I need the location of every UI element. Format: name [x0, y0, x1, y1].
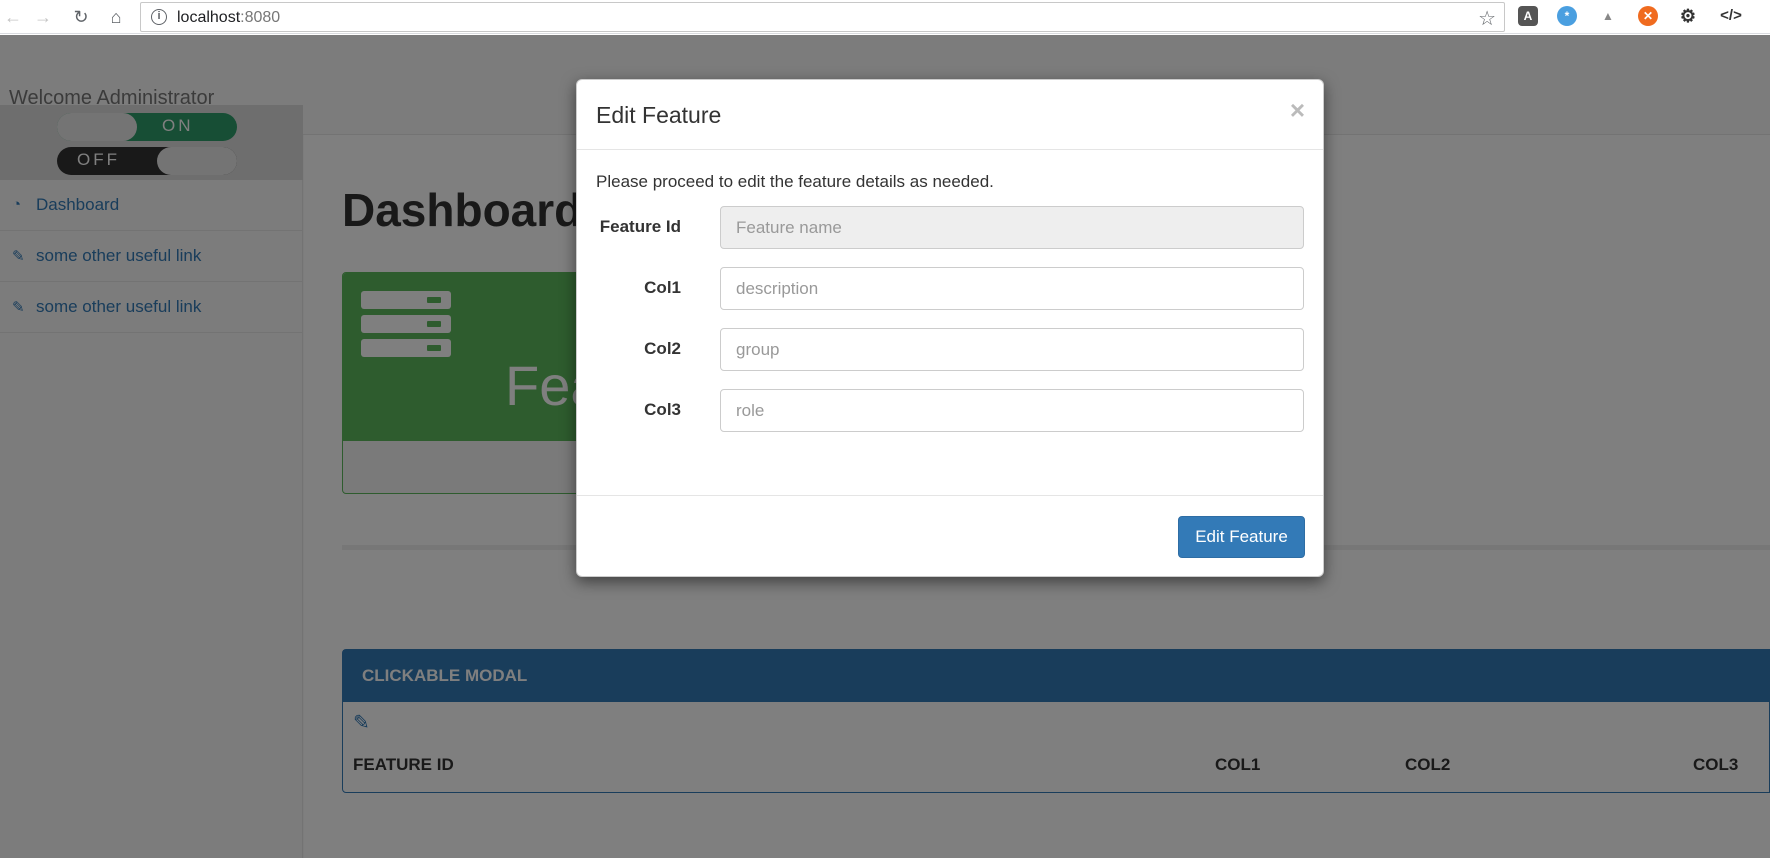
form-row-col1: Col1: [577, 267, 1323, 311]
col1-input[interactable]: [720, 267, 1304, 310]
feature-id-label: Feature Id: [599, 217, 681, 236]
col2-input[interactable]: [720, 328, 1304, 371]
back-icon[interactable]: ←: [2, 6, 24, 28]
devtools-code-icon[interactable]: </>: [1716, 6, 1746, 26]
edit-feature-button[interactable]: Edit Feature: [1178, 516, 1305, 558]
forward-icon[interactable]: →: [32, 6, 54, 28]
snowflake-extension-icon[interactable]: *: [1557, 6, 1577, 26]
modal-intro-text: Please proceed to edit the feature detai…: [596, 172, 994, 191]
bookmark-star-icon[interactable]: ☆: [1478, 6, 1496, 31]
orange-extension-icon[interactable]: ✕: [1638, 6, 1658, 26]
col3-input[interactable]: [720, 389, 1304, 432]
reload-icon[interactable]: ↻: [70, 6, 92, 28]
form-row-feature-id: Feature Id: [577, 206, 1323, 250]
feature-id-input[interactable]: [720, 206, 1304, 249]
col2-label: Col2: [644, 339, 681, 358]
triangle-extension-icon[interactable]: ▲: [1598, 6, 1618, 26]
close-icon[interactable]: ×: [1290, 95, 1305, 126]
home-icon[interactable]: ⌂: [105, 6, 127, 28]
form-row-col3: Col3: [577, 389, 1323, 433]
modal-header: Edit Feature ×: [577, 80, 1323, 150]
browser-toolbar: ← → ↻ ⌂ i localhost:8080 ☆ A * ▲ ✕ ⚙ </>: [0, 0, 1770, 34]
modal-footer: Edit Feature: [577, 495, 1323, 578]
modal-title: Edit Feature: [596, 102, 722, 128]
col3-label: Col3: [644, 400, 681, 419]
info-icon[interactable]: i: [151, 9, 167, 25]
address-bar[interactable]: i localhost:8080 ☆: [140, 2, 1505, 32]
form-row-col2: Col2: [577, 328, 1323, 372]
url-text: localhost:8080: [177, 9, 281, 26]
col1-label: Col1: [644, 278, 681, 297]
angular-extension-icon[interactable]: A: [1518, 6, 1538, 26]
gear-icon[interactable]: ⚙: [1678, 6, 1698, 26]
edit-feature-modal: Edit Feature × Please proceed to edit th…: [576, 79, 1324, 577]
